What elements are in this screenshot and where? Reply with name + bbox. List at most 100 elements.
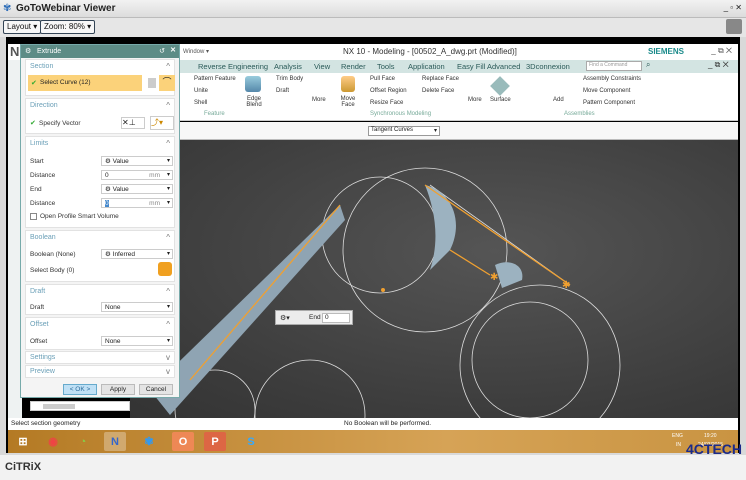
select-curve-row[interactable]: ✔ Select Curve (12): [28, 75, 142, 91]
reset-icon[interactable]: ↺: [159, 47, 165, 55]
start-button-icon[interactable]: ⊞: [12, 432, 34, 451]
ok-button[interactable]: < OK >: [63, 384, 97, 395]
section-header[interactable]: Section: [30, 63, 53, 70]
tab-easy-fill-advanced[interactable]: Easy Fill Advanced: [457, 62, 520, 71]
collapse-icon[interactable]: ^: [166, 287, 170, 296]
command-finder-input[interactable]: Find a Command: [586, 61, 642, 71]
close-icon[interactable]: ✕: [170, 46, 176, 54]
open-profile-label: Open Profile Smart Volume: [40, 213, 119, 220]
nx-taskbar-icon[interactable]: N: [104, 432, 126, 451]
end-distance-label: Distance: [30, 200, 56, 207]
office-icon[interactable]: O: [172, 432, 194, 451]
point-marker-1: ✱: [490, 272, 498, 283]
zoom-label: Zoom: 80%: [44, 22, 85, 31]
reverse-direction-icon[interactable]: ✕⊥: [121, 117, 145, 129]
boolean-header[interactable]: Boolean: [30, 234, 56, 241]
pull-face-button[interactable]: Pull Face: [370, 76, 395, 82]
more-button-1[interactable]: More: [312, 97, 326, 103]
collapse-icon[interactable]: ^: [166, 62, 170, 71]
add-button[interactable]: Add: [553, 97, 564, 103]
limits-header[interactable]: Limits: [30, 140, 48, 147]
boolean-dropdown[interactable]: ⚙ Inferred: [101, 249, 173, 259]
gotowebinar-taskbar-icon[interactable]: ✾: [138, 432, 160, 451]
watermark-logo: 4CTECH: [686, 441, 743, 457]
pattern-feature-button[interactable]: Pattern Feature: [194, 76, 236, 82]
tab-3dconnexion[interactable]: 3Dconnexion: [526, 62, 570, 71]
offset-header[interactable]: Offset: [30, 321, 49, 328]
collapse-icon[interactable]: ^: [166, 233, 170, 242]
skype-icon[interactable]: S: [240, 432, 262, 451]
end-value-input[interactable]: 0: [322, 313, 350, 323]
apply-button[interactable]: Apply: [101, 384, 135, 395]
edge-blend-button[interactable]: Edge Blend: [242, 96, 266, 108]
nx-window-controls[interactable]: _ ⧉ ✕: [711, 46, 732, 56]
doc-window-controls[interactable]: _ ⧉ ✕: [708, 60, 729, 70]
offset-region-button[interactable]: Offset Region: [370, 88, 407, 94]
window-controls[interactable]: _ ▫ ✕: [724, 3, 742, 12]
cancel-button[interactable]: Cancel: [139, 384, 173, 395]
draft-dropdown[interactable]: None: [101, 302, 173, 312]
end-label: End: [309, 314, 321, 321]
settings-group[interactable]: Settings v: [25, 351, 175, 364]
unite-button[interactable]: Unite: [194, 88, 208, 94]
sketch-section-icon[interactable]: [148, 78, 156, 88]
tab-analysis[interactable]: Analysis: [274, 62, 302, 71]
gear-icon[interactable]: ⚙: [25, 47, 31, 55]
extruded-face-2: [425, 185, 456, 270]
end-distance-widget[interactable]: ⚙▾ End 0: [275, 310, 353, 325]
window-menu[interactable]: Window ▾: [183, 48, 209, 55]
dialog-header: ⚙ Extrude ↺ ✕: [21, 45, 179, 58]
limit-type-icon[interactable]: ⚙▾: [280, 314, 290, 322]
assembly-constraints-button[interactable]: Assembly Constraints: [583, 76, 641, 82]
graphics-viewport[interactable]: ✱ ✱ ⚙▾ End 0: [130, 140, 738, 471]
tab-application[interactable]: Application: [408, 62, 445, 71]
open-profile-checkbox[interactable]: [30, 213, 37, 220]
pattern-component-button[interactable]: Pattern Component: [583, 100, 635, 106]
preview-group[interactable]: Preview v: [25, 365, 175, 378]
search-icon[interactable]: ⌕: [646, 60, 650, 70]
move-face-button[interactable]: Move Face: [339, 96, 357, 108]
trim-body-button[interactable]: Trim Body: [276, 76, 303, 82]
offset-dropdown[interactable]: None: [101, 336, 173, 346]
collapse-icon[interactable]: ^: [166, 101, 170, 110]
chrome-icon[interactable]: ◉: [42, 432, 64, 451]
curve-icon[interactable]: ⌒: [159, 75, 175, 91]
more-button-2[interactable]: More: [468, 97, 482, 103]
collapse-icon[interactable]: ^: [166, 320, 170, 329]
tab-tools[interactable]: Tools: [377, 62, 395, 71]
horizontal-scrollbar[interactable]: [30, 401, 130, 411]
draft-value: None: [105, 304, 121, 311]
vector-dialog-icon[interactable]: ⤴▾: [150, 116, 174, 130]
powerpoint-icon[interactable]: P: [204, 432, 226, 451]
draft-header[interactable]: Draft: [30, 288, 45, 295]
selection-filter-dropdown[interactable]: Tangent Curves ▾: [368, 126, 440, 136]
body-icon[interactable]: [158, 262, 172, 276]
tab-reverse-engineering[interactable]: Reverse Engineering: [198, 62, 268, 71]
start-distance-input[interactable]: 0 mm: [101, 170, 173, 180]
zoom-button[interactable]: Zoom: 80% ▾: [40, 20, 96, 34]
tab-render[interactable]: Render: [341, 62, 366, 71]
scrollbar-thumb[interactable]: [43, 404, 75, 409]
clock-time[interactable]: 19:20: [704, 433, 717, 439]
circle-2: [342, 167, 508, 333]
resize-face-button[interactable]: Resize Face: [370, 100, 403, 106]
start-dropdown[interactable]: ⚙ Value: [101, 156, 173, 166]
language-indicator[interactable]: ENG: [672, 433, 683, 439]
shell-button[interactable]: Shell: [194, 100, 207, 106]
collapse-icon[interactable]: ^: [166, 139, 170, 148]
model-geometry: ✱ ✱: [150, 167, 621, 471]
layout-button[interactable]: Layout ▾: [3, 20, 42, 34]
dialog-title: Extrude: [37, 48, 62, 55]
move-component-button[interactable]: Move Component: [583, 88, 630, 94]
delete-face-button[interactable]: Delete Face: [422, 88, 454, 94]
end-distance-input[interactable]: 0 mm: [101, 198, 173, 208]
window-menu-label: Window: [183, 49, 205, 55]
replace-face-button[interactable]: Replace Face: [422, 76, 459, 82]
camera-icon[interactable]: [726, 19, 742, 34]
direction-header[interactable]: Direction: [30, 102, 58, 109]
app-icon[interactable]: ◔: [72, 432, 94, 451]
tab-view[interactable]: View: [314, 62, 330, 71]
end-dropdown[interactable]: ⚙ Value: [101, 184, 173, 194]
surface-button[interactable]: Surface: [490, 97, 511, 103]
draft-button[interactable]: Draft: [276, 88, 289, 94]
